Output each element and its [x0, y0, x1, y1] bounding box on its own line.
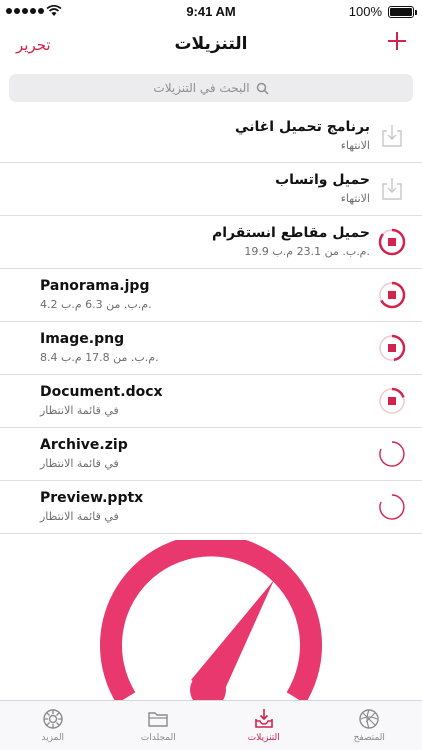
- tab-bar: المزيد المجلدات التنزيلات المتصفح: [0, 700, 422, 750]
- search-placeholder: البحث في التنزيلات: [153, 81, 250, 95]
- list-item[interactable]: حميل مقاطع انستقرام 19.9 م.ب. من 23.1 م.…: [0, 216, 422, 269]
- stop-icon[interactable]: [378, 334, 406, 362]
- download-title: برنامج تحميل اغاني: [235, 119, 370, 135]
- gear-icon: [43, 709, 63, 729]
- download-title: Image.png: [40, 331, 125, 347]
- queued-icon[interactable]: [378, 440, 406, 468]
- download-status: في قائمة الانتظار: [40, 510, 119, 523]
- tab-more[interactable]: المزيد: [0, 701, 106, 750]
- page-title: التنزيلات: [174, 34, 248, 54]
- download-status: في قائمة الانتظار: [40, 404, 119, 417]
- stop-icon[interactable]: [378, 281, 406, 309]
- tab-label: التنزيلات: [247, 733, 280, 743]
- downloads-list: برنامج تحميل اغاني الانتهاء حميل واتساب …: [0, 110, 422, 534]
- list-item[interactable]: برنامج تحميل اغاني الانتهاء: [0, 110, 422, 163]
- download-title: حميل مقاطع انستقرام: [211, 225, 370, 241]
- download-title: حميل واتساب: [275, 172, 370, 188]
- globe-icon: [359, 709, 379, 729]
- list-item[interactable]: Panorama.jpg 4.2 م.ب. من 6.3 م.ب.: [0, 269, 422, 322]
- download-status: الانتهاء: [340, 192, 370, 205]
- stop-icon[interactable]: [378, 387, 406, 415]
- status-bar: 9:41 AM 100%: [0, 0, 422, 24]
- tab-browser[interactable]: المتصفح: [317, 701, 422, 750]
- tab-label: المتصفح: [353, 733, 385, 743]
- tab-label: المجلدات: [140, 733, 176, 743]
- download-title: Panorama.jpg: [40, 278, 150, 294]
- download-status: الانتهاء: [340, 139, 370, 152]
- search-icon: [256, 82, 269, 95]
- speedometer-graphic: [100, 540, 322, 700]
- download-title: Preview.pptx: [40, 490, 144, 506]
- list-item[interactable]: Document.docx في قائمة الانتظار: [0, 375, 422, 428]
- download-tray-icon: [254, 709, 273, 728]
- download-status: 8.4 م.ب. من 17.8 م.ب.: [40, 351, 159, 364]
- folder-icon: [148, 712, 168, 727]
- done-icon[interactable]: [378, 122, 406, 150]
- download-status: 19.9 م.ب. من 23.1 م.ب.: [244, 245, 370, 258]
- download-title: Document.docx: [40, 384, 163, 400]
- battery-icon: [388, 6, 417, 18]
- tab-downloads[interactable]: التنزيلات: [211, 701, 317, 750]
- tab-folders[interactable]: المجلدات: [106, 701, 212, 750]
- list-item[interactable]: Image.png 8.4 م.ب. من 17.8 م.ب.: [0, 322, 422, 375]
- done-icon[interactable]: [378, 175, 406, 203]
- download-status: 4.2 م.ب. من 6.3 م.ب.: [40, 298, 152, 311]
- navigation-bar: تحرير التنزيلات: [0, 24, 422, 68]
- download-title: Archive.zip: [40, 437, 128, 453]
- add-icon[interactable]: [386, 30, 408, 52]
- search-input[interactable]: البحث في التنزيلات: [9, 74, 413, 102]
- queued-icon[interactable]: [378, 493, 406, 521]
- list-item[interactable]: Archive.zip في قائمة الانتظار: [0, 428, 422, 481]
- stop-icon[interactable]: [378, 228, 406, 256]
- list-item[interactable]: Preview.pptx في قائمة الانتظار: [0, 481, 422, 534]
- list-item[interactable]: حميل واتساب الانتهاء: [0, 163, 422, 216]
- battery-percent: 100%: [348, 4, 382, 19]
- download-status: في قائمة الانتظار: [40, 457, 119, 470]
- tab-label: المزيد: [41, 733, 65, 743]
